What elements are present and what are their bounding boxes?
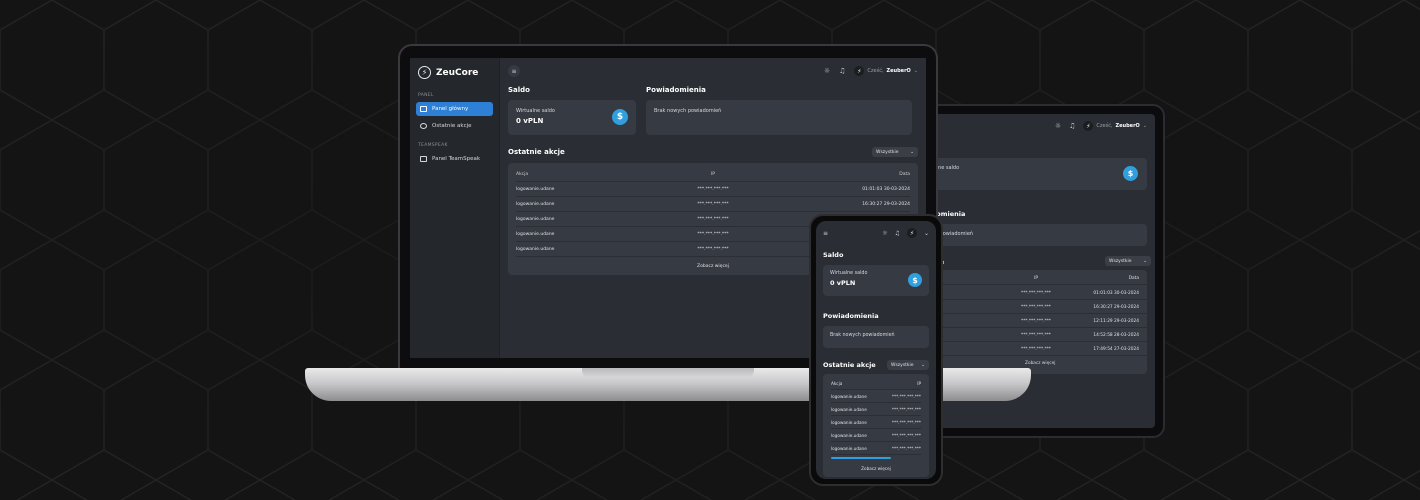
tablet-saldo-card: irtualne saldo LN $ <box>925 158 1147 190</box>
table-row: logowanie.udane ***.***.***.*** 01:01:03 3… <box>516 182 910 197</box>
theme-icon[interactable]: ☼ <box>824 67 830 75</box>
table-header: IP Data <box>925 272 1147 285</box>
saldo-card: Wirtualne saldo 0 vPLN $ <box>823 265 929 296</box>
greeting: Cześć, <box>867 68 884 74</box>
sidebar-item-panel-glowny[interactable]: Panel główny <box>416 102 493 116</box>
see-more-link[interactable]: Zobacz więcej <box>831 466 921 471</box>
username: ZeuberO <box>886 68 911 74</box>
dollar-icon: $ <box>908 273 922 287</box>
tablet-actions-table: IP Data udane***.***.***.***01:01:03 30-… <box>925 270 1147 374</box>
filter-value: Wszystkie <box>891 362 914 368</box>
notifications-title: Powiadomienia <box>646 86 706 94</box>
table-row: logowanie.udane ***.***.***.*** <box>831 416 921 429</box>
sidebar-item-label: Ostatnie akcje <box>432 123 472 129</box>
history-icon <box>420 123 427 129</box>
overview-row: Saldo Wirtualne saldo 0 vPLN $ Powiadomi… <box>508 86 918 135</box>
chevron-down-icon: ⌄ <box>1142 123 1147 129</box>
avatar[interactable]: ⚡ <box>906 228 917 238</box>
chevron-down-icon: ⌄ <box>913 68 918 74</box>
phone-device: ≡ ☼ ♫ ⚡ ⌄ Saldo Wirtualne saldo 0 vPLN $… <box>809 214 943 486</box>
bell-icon[interactable]: ♫ <box>839 67 845 75</box>
dollar-icon: $ <box>612 109 628 125</box>
chevron-down-icon: ⌄ <box>1143 258 1147 264</box>
laptop-notch <box>582 368 754 378</box>
saldo-label: Wirtualne saldo <box>516 108 555 114</box>
table-row: udane***.***.***.***12:11:29 29-03-2024 <box>925 315 1147 328</box>
phone-topbar: ≡ ☼ ♫ ⚡ ⌄ <box>823 227 929 239</box>
column-header: Data <box>899 171 910 177</box>
sidebar: ⚡ ZeuCore PANEL Panel główny Ostatnie ak… <box>410 58 500 358</box>
notifications-card: Brak nowych powiadomień <box>823 326 929 348</box>
user-menu[interactable]: ⚡ Cześć, ZeuberO ⌄ <box>854 66 918 76</box>
logo[interactable]: ⚡ ZeuCore <box>416 66 493 79</box>
theme-icon[interactable]: ☼ <box>882 230 887 237</box>
chevron-down-icon: ⌄ <box>923 229 929 237</box>
phone-topbar-right: ☼ ♫ ⚡ ⌄ <box>882 228 929 238</box>
filter-select[interactable]: Wszystkie ⌄ <box>872 147 918 157</box>
notifications-title: Powiadomienia <box>823 312 879 320</box>
horizontal-scrollbar[interactable] <box>831 457 891 459</box>
greeting: Cześć, <box>1096 123 1113 129</box>
topbar-right: ☼ ♫ ⚡ Cześć, ZeuberO ⌄ <box>824 66 918 76</box>
table-row: logowanie.udane ***.***.***.*** <box>831 403 921 416</box>
actions-table: Akcja IP logowanie.udane ***.***.***.*** l… <box>823 374 929 477</box>
table-header: Akcja IP Data <box>516 167 910 182</box>
avatar: ⚡ <box>1083 121 1094 131</box>
bell-icon[interactable]: ♫ <box>1069 122 1075 130</box>
notifications-empty: Brak nowych powiadomień <box>830 333 895 338</box>
saldo-title: Saldo <box>508 86 530 94</box>
brand-name: ZeuCore <box>436 67 479 78</box>
notifications-empty: Brak nowych powiadomień <box>654 108 722 114</box>
tablet-notifications-card: wych powiadomień <box>925 224 1147 246</box>
username: ZeuberO <box>1115 123 1140 129</box>
notifications-card: Brak nowych powiadomień <box>646 100 912 135</box>
actions-title: Ostatnie akcje <box>508 148 565 156</box>
lightning-icon: ⚡ <box>418 66 431 79</box>
sidebar-item-label: Panel TeamSpeak <box>432 156 481 162</box>
phone-screen: ≡ ☼ ♫ ⚡ ⌄ Saldo Wirtualne saldo 0 vPLN $… <box>816 221 936 479</box>
sidebar-item-label: Panel główny <box>432 106 469 112</box>
user-menu[interactable]: ⚡ Cześć, ZeuberO ⌄ <box>1083 121 1147 131</box>
table-row: logowanie.udane ***.***.***.*** <box>831 429 921 442</box>
saldo-title: Saldo <box>823 251 844 259</box>
actions-header: Ostatnie akcje Wszystkie ⌄ <box>823 360 929 370</box>
table-row: udane***.***.***.***17:49:54 27-03-2024 <box>925 343 1147 356</box>
sidebar-section-teamspeak: TEAMSPEAK <box>418 143 448 148</box>
see-more-link[interactable]: Zobacz więcej <box>1025 361 1055 366</box>
table-row: logowanie.udane ***.***.***.*** <box>831 442 921 455</box>
dollar-icon: $ <box>1123 166 1138 181</box>
notifications-section: Powiadomienia Brak nowych powiadomień <box>646 86 912 135</box>
menu-icon[interactable]: ≡ <box>508 65 520 77</box>
bell-icon[interactable]: ♫ <box>895 230 900 237</box>
filter-select[interactable]: Wszystkie ⌄ <box>887 360 929 370</box>
avatar: ⚡ <box>854 66 865 76</box>
table-row: udane***.***.***.***01:01:03 30-03-2024 <box>925 287 1147 300</box>
saldo-card: Wirtualne saldo 0 vPLN $ <box>508 100 636 135</box>
table-row: udane***.***.***.***16:30:27 29-03-2024 <box>925 301 1147 314</box>
tablet-topbar: ☼ ♫ ⚡ Cześć, ZeuberO ⌄ <box>925 114 1155 138</box>
column-header: Akcja <box>516 171 529 177</box>
menu-icon[interactable]: ≡ <box>823 230 828 237</box>
table-row: udane***.***.***.***14:52:58 28-03-2024 <box>925 329 1147 342</box>
table-row: logowanie.udane ***.***.***.*** <box>831 390 921 403</box>
chevron-down-icon: ⌄ <box>910 149 914 155</box>
dashboard-icon <box>420 106 427 112</box>
server-icon <box>420 156 427 162</box>
topbar: ≡ ☼ ♫ ⚡ Cześć, ZeuberO ⌄ <box>508 64 918 78</box>
actions-header: Ostatnie akcje Wszystkie ⌄ <box>508 147 918 157</box>
filter-value: Wszystkie <box>1109 258 1132 264</box>
theme-icon[interactable]: ☼ <box>1055 122 1061 130</box>
sidebar-section-panel: PANEL <box>418 93 434 98</box>
table-row: logowanie.udane ***.***.***.*** 16:30:27 2… <box>516 197 910 212</box>
sidebar-item-ostatnie-akcje[interactable]: Ostatnie akcje <box>416 119 493 133</box>
filter-select[interactable]: Wszystkie ⌄ <box>1105 256 1151 266</box>
saldo-section: Saldo Wirtualne saldo 0 vPLN $ <box>508 86 636 135</box>
chevron-down-icon: ⌄ <box>921 362 925 368</box>
actions-title: Ostatnie akcje <box>823 361 876 369</box>
table-header: Akcja IP <box>831 377 921 390</box>
filter-value: Wszystkie <box>876 149 899 155</box>
column-header: IP <box>710 171 716 177</box>
sidebar-item-teamspeak[interactable]: Panel TeamSpeak <box>416 152 493 166</box>
